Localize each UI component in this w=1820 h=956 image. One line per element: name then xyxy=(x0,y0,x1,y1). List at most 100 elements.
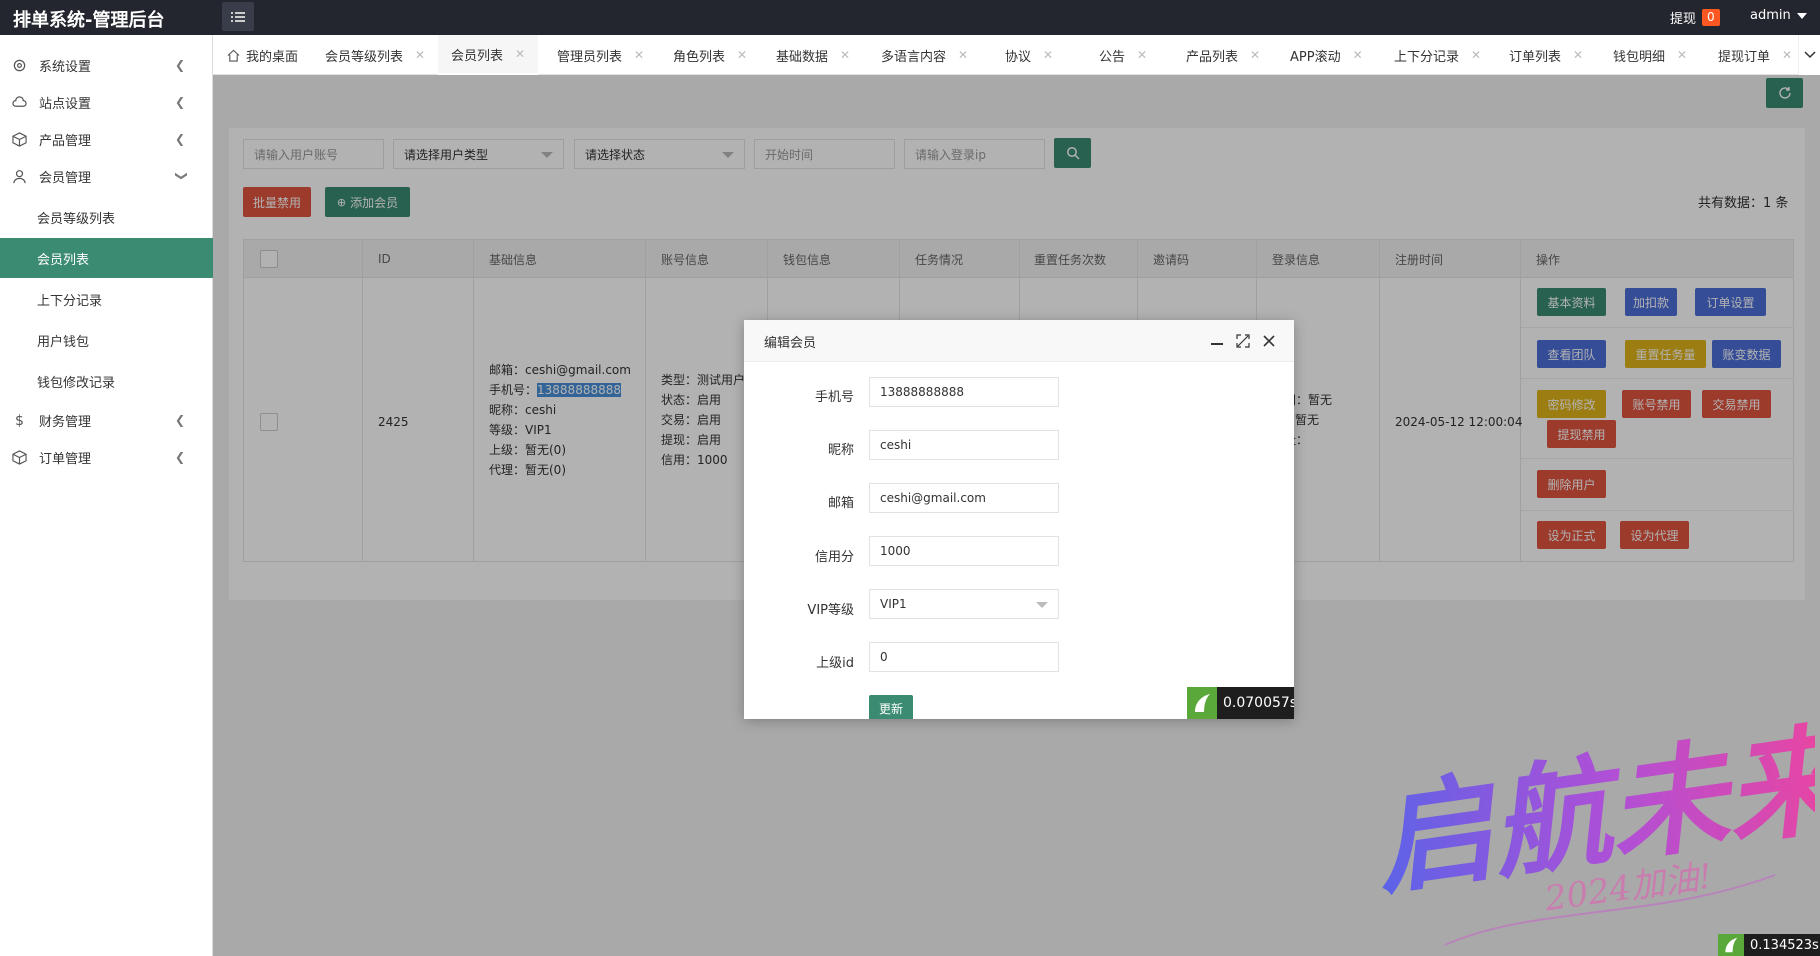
tab-wallet-details[interactable]: 钱包明细 ✕ xyxy=(1613,35,1687,75)
close-icon[interactable]: ✕ xyxy=(515,47,525,61)
tab-app-scroll[interactable]: APP滚动 ✕ xyxy=(1290,35,1363,75)
sidebar-item-orders[interactable]: 订单管理 ❮ xyxy=(0,439,213,476)
sidebar-item-member-list[interactable]: 会员列表 xyxy=(0,238,213,278)
tab-multilang[interactable]: 多语言内容 ✕ xyxy=(881,35,968,75)
phone-field[interactable]: 13888888888 xyxy=(869,377,1059,407)
chevron-left-icon: ❮ xyxy=(174,95,185,109)
withdraw-notice[interactable]: 提现 0 xyxy=(1670,8,1720,27)
tab-label: 基础数据 xyxy=(776,49,829,65)
sidebar-item-label: 产品管理 xyxy=(39,134,92,149)
sidebar-item-wallet-logs[interactable]: 钱包修改记录 xyxy=(0,361,213,401)
minimize-icon[interactable] xyxy=(1207,331,1227,351)
withdraw-count-badge: 0 xyxy=(1702,9,1720,26)
dollar-icon: $ xyxy=(15,412,24,429)
chevron-down-icon xyxy=(1803,51,1816,59)
caret-down-icon xyxy=(1796,12,1807,19)
menu-toggle-button[interactable] xyxy=(222,2,254,31)
dialog-header: 编辑会员 xyxy=(744,320,1294,362)
tab-agreement[interactable]: 协议 ✕ xyxy=(1005,35,1053,75)
email-field-label: 邮箱 xyxy=(827,496,854,511)
sidebar-item-finance[interactable]: $ 财务管理 ❮ xyxy=(0,402,213,439)
chevron-down-icon: ❮ xyxy=(172,170,187,182)
chevron-left-icon: ❮ xyxy=(174,132,185,146)
close-icon[interactable]: ✕ xyxy=(1782,48,1792,62)
dialog-timer-value: 0.070057s xyxy=(1223,695,1294,711)
sidebar-item-label: 上下分记录 xyxy=(37,293,103,309)
vip-level-field-label: VIP等级 xyxy=(807,603,854,618)
update-button[interactable]: 更新 xyxy=(869,695,913,719)
tab-base-data[interactable]: 基础数据 ✕ xyxy=(776,35,850,75)
close-icon[interactable] xyxy=(1259,331,1279,351)
nickname-field[interactable]: ceshi xyxy=(869,430,1059,460)
close-icon[interactable]: ✕ xyxy=(1353,48,1363,62)
phone-field-label: 手机号 xyxy=(814,390,854,405)
sidebar-item-product-management[interactable]: 产品管理 ❮ xyxy=(0,121,213,158)
nickname-field-label: 昵称 xyxy=(827,443,854,458)
close-icon[interactable]: ✕ xyxy=(958,48,968,62)
email-field[interactable]: ceshi@gmail.com xyxy=(869,483,1059,513)
list-icon xyxy=(231,11,245,22)
tab-bar: 我的桌面 会员等级列表 ✕ 会员列表 ✕ 管理员列表 ✕ 角色列表 ✕ 基础数据 ✕ 多语… xyxy=(213,35,1820,75)
close-icon[interactable]: ✕ xyxy=(1137,48,1147,62)
cube-icon xyxy=(12,132,27,147)
close-icon[interactable]: ✕ xyxy=(1677,48,1687,62)
tab-label: 产品列表 xyxy=(1186,49,1239,65)
dialog-title: 编辑会员 xyxy=(764,336,817,351)
tab-member-list[interactable]: 会员列表 ✕ xyxy=(438,35,539,75)
chevron-down-icon xyxy=(1036,602,1048,608)
sidebar-item-site-settings[interactable]: 站点设置 ❮ xyxy=(0,84,213,121)
tab-admin-list[interactable]: 管理员列表 ✕ xyxy=(557,35,644,75)
tab-label: 公告 xyxy=(1099,49,1126,65)
tab-order-list[interactable]: 订单列表 ✕ xyxy=(1509,35,1583,75)
sidebar-item-member-management[interactable]: 会员管理 ❮ xyxy=(0,158,213,195)
maximize-icon[interactable] xyxy=(1233,331,1253,351)
tab-more-button[interactable] xyxy=(1798,35,1820,75)
tab-label: APP滚动 xyxy=(1290,49,1341,65)
close-icon[interactable]: ✕ xyxy=(415,48,425,62)
withdraw-label: 提现 xyxy=(1670,12,1697,27)
chevron-left-icon: ❮ xyxy=(174,413,185,427)
tab-withdraw-orders[interactable]: 提现订单 ✕ xyxy=(1718,35,1792,75)
vip-level-select[interactable]: VIP1 xyxy=(869,589,1059,619)
vip-level-value: VIP1 xyxy=(880,597,907,611)
close-icon[interactable]: ✕ xyxy=(1250,48,1260,62)
gear-icon xyxy=(12,58,27,73)
close-icon[interactable]: ✕ xyxy=(1573,48,1583,62)
tab-label: 管理员列表 xyxy=(557,49,623,65)
tab-member-levels[interactable]: 会员等级列表 ✕ xyxy=(325,35,425,75)
tab-label: 协议 xyxy=(1005,49,1032,65)
tab-notice[interactable]: 公告 ✕ xyxy=(1099,35,1147,75)
tab-home[interactable]: 我的桌面 xyxy=(227,35,298,75)
tab-balance-records[interactable]: 上下分记录 ✕ xyxy=(1394,35,1481,75)
sidebar-item-label: 订单管理 xyxy=(39,452,92,467)
sidebar-item-system-settings[interactable]: 系统设置 ❮ xyxy=(0,47,213,84)
close-icon[interactable]: ✕ xyxy=(1043,48,1053,62)
tab-label: 角色列表 xyxy=(673,49,726,65)
cube-icon xyxy=(12,450,27,465)
close-icon[interactable]: ✕ xyxy=(1471,48,1481,62)
parent-id-field[interactable]: 0 xyxy=(869,642,1059,672)
sidebar-item-user-wallet[interactable]: 用户钱包 xyxy=(0,320,213,360)
watermark-logo: 启航未来 2024加油! xyxy=(1366,707,1815,946)
credit-field[interactable]: 1000 xyxy=(869,536,1059,566)
sidebar-item-label: 站点设置 xyxy=(39,97,92,112)
cloud-icon xyxy=(12,95,27,110)
sidebar: 系统设置 ❮ 站点设置 ❮ 产品管理 ❮ 会员管理 ❮ 会员等级列表 会员列表 … xyxy=(0,35,213,956)
user-menu[interactable]: admin xyxy=(1750,8,1807,23)
edit-member-dialog: 编辑会员 手机号 13888888888 昵称 ceshi 邮箱 ceshi@g… xyxy=(744,320,1294,719)
tab-product-list[interactable]: 产品列表 ✕ xyxy=(1186,35,1260,75)
credit-field-label: 信用分 xyxy=(814,550,854,565)
close-icon[interactable]: ✕ xyxy=(737,48,747,62)
tab-label: 多语言内容 xyxy=(881,49,947,65)
tab-role-list[interactable]: 角色列表 ✕ xyxy=(673,35,747,75)
sidebar-item-balance-records[interactable]: 上下分记录 xyxy=(0,279,213,319)
close-icon[interactable]: ✕ xyxy=(840,48,850,62)
sidebar-item-member-levels[interactable]: 会员等级列表 xyxy=(0,197,213,237)
tab-label: 上下分记录 xyxy=(1394,49,1460,65)
sidebar-item-label: 会员管理 xyxy=(39,171,92,186)
close-icon[interactable]: ✕ xyxy=(634,48,644,62)
chevron-left-icon: ❮ xyxy=(174,58,185,72)
tab-label: 会员列表 xyxy=(451,48,504,64)
home-icon xyxy=(227,49,240,62)
sidebar-item-label: 会员等级列表 xyxy=(37,211,116,227)
